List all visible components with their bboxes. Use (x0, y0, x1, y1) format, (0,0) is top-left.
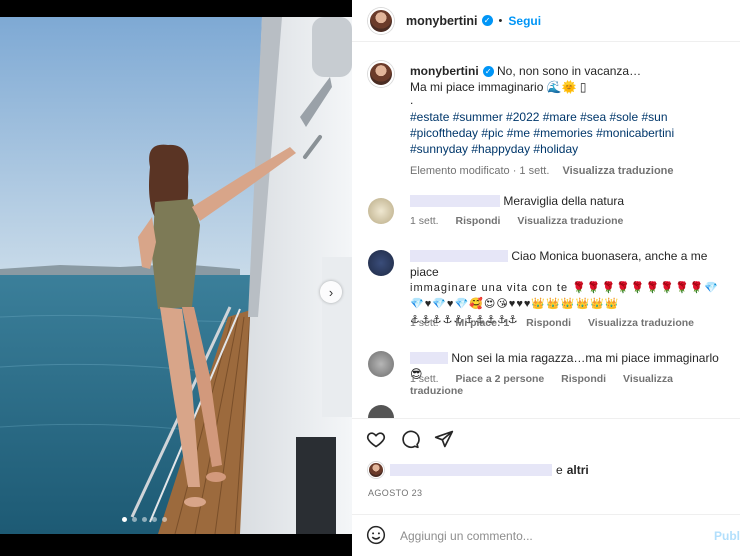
comment-1-time: 1 sett. (410, 215, 439, 227)
comment-icon[interactable] (400, 429, 420, 449)
caption-line-2: Ma mi piace immaginario 🌊🌞 ▯ (410, 80, 587, 94)
carousel-dot (162, 517, 167, 522)
comment-input[interactable]: Aggiungi un commento... (400, 529, 533, 543)
caption-translate-link[interactable]: Visualizza traduzione (562, 165, 673, 177)
comments-scroll-area[interactable]: monybertini ✓ No, non sono in vacanza… Ma… (352, 43, 740, 418)
header-separator: • (498, 14, 503, 27)
carousel-dot (152, 517, 157, 522)
comment-3-time: 1 sett. (410, 373, 439, 385)
author-avatar[interactable] (368, 7, 394, 34)
post-side-panel: monybertini ✓ • Segui monybertini ✓ No, n… (352, 0, 740, 556)
comment-1: Meraviglia della natura (410, 193, 730, 209)
comment-2-line-2: immaginare una vita con te 🌹🌹🌹🌹🌹🌹🌹🌹🌹💎 (410, 282, 720, 294)
comment-3-likes[interactable]: Piace a 2 persone (456, 373, 545, 385)
follow-button[interactable]: Segui (508, 14, 541, 28)
comment-2-meta: 1 sett. Mi piace: 1 Rispondi Visualizza … (410, 317, 708, 329)
comment-avatar[interactable] (368, 250, 394, 276)
likes-others[interactable]: altri (567, 463, 589, 477)
comment-avatar[interactable] (368, 405, 394, 418)
comment-1-text: Meraviglia della natura (503, 194, 625, 208)
comment-1-reply[interactable]: Rispondi (456, 215, 501, 227)
caption: monybertini ✓ No, non sono in vacanza… Ma… (410, 63, 728, 179)
redacted-username (410, 352, 448, 364)
comment-1-meta: 1 sett. Rispondi Visualizza traduzione (410, 215, 637, 227)
photo-illustration (0, 17, 352, 534)
comment-avatar[interactable] (368, 351, 394, 377)
caption-hashtags[interactable]: #estate #summer #2022 #mare #sea #sole #… (410, 109, 728, 157)
likes-summary[interactable]: e altri (368, 462, 589, 478)
redacted-username (410, 250, 508, 262)
carousel-dot (132, 517, 137, 522)
author-username[interactable]: monybertini (406, 14, 478, 28)
redacted-likers (390, 464, 552, 476)
post-modal: › monybertini ✓ • Segui monybertini ✓ No,… (0, 0, 740, 556)
comment-3-reply[interactable]: Rispondi (561, 373, 606, 385)
next-photo-button[interactable]: › (320, 281, 342, 303)
caption-username[interactable]: monybertini (410, 64, 479, 78)
comment-3-meta: 1 sett. Piace a 2 persone Rispondi Visua… (410, 373, 740, 397)
caption-line-1: No, non sono in vacanza… (497, 64, 642, 78)
caption-line-3: . (410, 93, 414, 107)
comment-avatar[interactable] (368, 198, 394, 224)
comment-2: Ciao Monica buonasera, anche a me piace … (410, 248, 730, 328)
caption-meta: Elemento modificato · 1 sett. Visualizza… (410, 163, 728, 179)
comment-2-line-3: 💎♥💎♥💎🥰😍😘♥♥♥👑👑👑👑👑👑 (410, 298, 620, 310)
comment-2-translate[interactable]: Visualizza traduzione (588, 317, 694, 329)
verified-badge-icon: ✓ (482, 66, 494, 77)
caption-edited: Elemento modificato · 1 sett. (410, 165, 550, 177)
carousel-dot (122, 517, 127, 522)
liker-avatar (368, 462, 384, 478)
comment-2-reply[interactable]: Rispondi (526, 317, 571, 329)
carousel-dot (142, 517, 147, 522)
emoji-icon[interactable] (366, 525, 386, 545)
comment-1-translate[interactable]: Visualizza traduzione (517, 215, 623, 227)
redacted-username (410, 195, 500, 207)
share-icon[interactable] (434, 429, 454, 449)
caption-avatar[interactable] (368, 61, 394, 87)
comment-2-time: 1 sett. (410, 317, 439, 329)
likes-conjunction: e (556, 463, 563, 477)
post-header: monybertini ✓ • Segui (352, 0, 740, 42)
carousel-indicator (122, 517, 167, 522)
post-photo[interactable]: › (0, 17, 352, 534)
comment-2-likes[interactable]: Mi piace: 1 (456, 317, 510, 329)
post-actions (352, 418, 740, 458)
add-comment-bar: Aggiungi un commento... Publ (352, 514, 740, 556)
heart-icon[interactable] (366, 429, 386, 449)
publish-button[interactable]: Publ (714, 529, 740, 543)
verified-badge-icon: ✓ (481, 15, 493, 26)
post-date[interactable]: AGOSTO 23 (368, 488, 422, 498)
